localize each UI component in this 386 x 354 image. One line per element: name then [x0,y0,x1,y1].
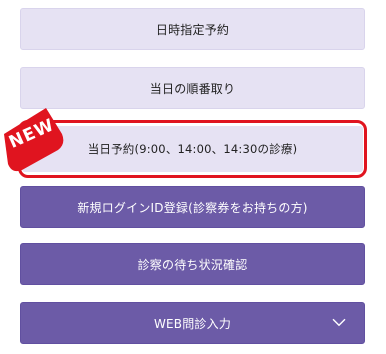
new-login-registration-label: 新規ログインID登録(診察券をお持ちの方) [77,200,308,215]
same-day-reservation-label: 当日予約(9:00、14:00、14:30の診療) [87,142,298,156]
same-day-queue-label: 当日の順番取り [149,81,236,96]
web-questionnaire-button[interactable]: WEB問診入力 [20,302,365,344]
date-reservation-label: 日時指定予約 [155,22,230,37]
chevron-down-icon[interactable] [332,318,346,327]
new-login-registration-button[interactable]: 新規ログインID登録(診察券をお持ちの方) [20,186,365,228]
wait-status-button[interactable]: 診察の待ち状況確認 [20,243,365,285]
date-reservation-button[interactable]: 日時指定予約 [20,8,365,50]
web-questionnaire-label: WEB問診入力 [153,316,232,331]
same-day-queue-button[interactable]: 当日の順番取り [20,67,365,109]
wait-status-label: 診察の待ち状況確認 [137,257,248,272]
